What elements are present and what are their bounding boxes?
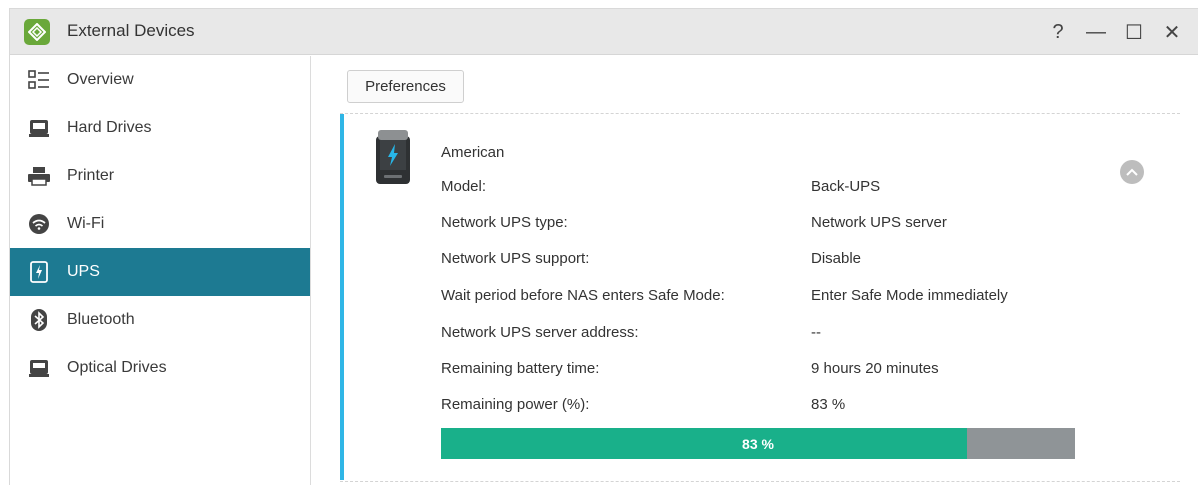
sidebar-item-label: UPS [67, 263, 100, 280]
info-label: Network UPS support: [441, 250, 590, 267]
info-label: Network UPS server address: [441, 324, 639, 341]
sidebar-item-bluetooth[interactable]: Bluetooth [10, 296, 310, 344]
collapse-button[interactable] [1120, 160, 1144, 184]
info-label: Model: [441, 178, 487, 195]
power-progress-bar: 83 % [441, 428, 1075, 459]
chevron-up-icon [1126, 168, 1138, 176]
maximize-button[interactable]: ☐ [1118, 17, 1150, 47]
window-controls: ? — ☐ ✕ [1042, 17, 1188, 47]
sidebar-item-label: Printer [67, 167, 115, 184]
card-bottom-divider [340, 481, 1180, 482]
sidebar-item-hard-drives[interactable]: Hard Drives [10, 104, 310, 152]
sidebar-item-label: Optical Drives [67, 359, 167, 376]
info-label: Remaining battery time: [441, 360, 600, 377]
power-progress-label: 83 % [742, 435, 774, 452]
hard-drive-icon [27, 116, 51, 140]
main-panel: Preferences American Model: Back-UPS Net… [312, 56, 1198, 485]
title-bar: External Devices ? — ☐ ✕ [10, 9, 1198, 55]
sidebar-item-ups[interactable]: UPS [10, 248, 310, 296]
info-label: Wait period before NAS enters Safe Mode: [441, 287, 725, 304]
ups-icon [27, 260, 51, 284]
ups-brand: American [441, 144, 505, 161]
sidebar: Overview Hard Drives Printer Wi-Fi UPS B… [10, 56, 311, 485]
app-icon [24, 19, 50, 45]
info-value: Back-UPS [811, 178, 881, 195]
card-accent-bar [340, 114, 344, 480]
minimize-button[interactable]: — [1080, 17, 1112, 47]
optical-drive-icon [27, 356, 51, 380]
wifi-icon [27, 212, 51, 236]
sidebar-item-label: Overview [67, 71, 134, 88]
bluetooth-icon [27, 308, 51, 332]
overview-icon [27, 68, 51, 92]
card-top-divider [340, 113, 1180, 114]
sidebar-item-printer[interactable]: Printer [10, 152, 310, 200]
info-label: Remaining power (%): [441, 396, 590, 413]
sidebar-item-label: Bluetooth [67, 311, 135, 328]
info-value: Disable [811, 250, 862, 267]
sidebar-item-label: Hard Drives [67, 119, 152, 136]
external-devices-window: External Devices ? — ☐ ✕ Overview Hard D… [9, 8, 1198, 485]
info-value: 9 hours 20 minutes [811, 360, 939, 377]
close-button[interactable]: ✕ [1156, 17, 1188, 47]
preferences-button[interactable]: Preferences [347, 70, 464, 103]
help-button[interactable]: ? [1042, 17, 1074, 47]
info-value: 83 % [811, 396, 846, 413]
ups-device-icon [370, 128, 416, 186]
info-value: Network UPS server [811, 214, 947, 231]
sidebar-item-label: Wi-Fi [67, 215, 105, 232]
sidebar-item-wifi[interactable]: Wi-Fi [10, 200, 310, 248]
printer-icon [27, 164, 51, 188]
sidebar-item-optical-drives[interactable]: Optical Drives [10, 344, 310, 392]
info-value: -- [811, 324, 821, 341]
info-value: Enter Safe Mode immediately [811, 287, 1008, 304]
window-title: External Devices [67, 21, 195, 40]
info-label: Network UPS type: [441, 214, 568, 231]
sidebar-item-overview[interactable]: Overview [10, 56, 310, 104]
